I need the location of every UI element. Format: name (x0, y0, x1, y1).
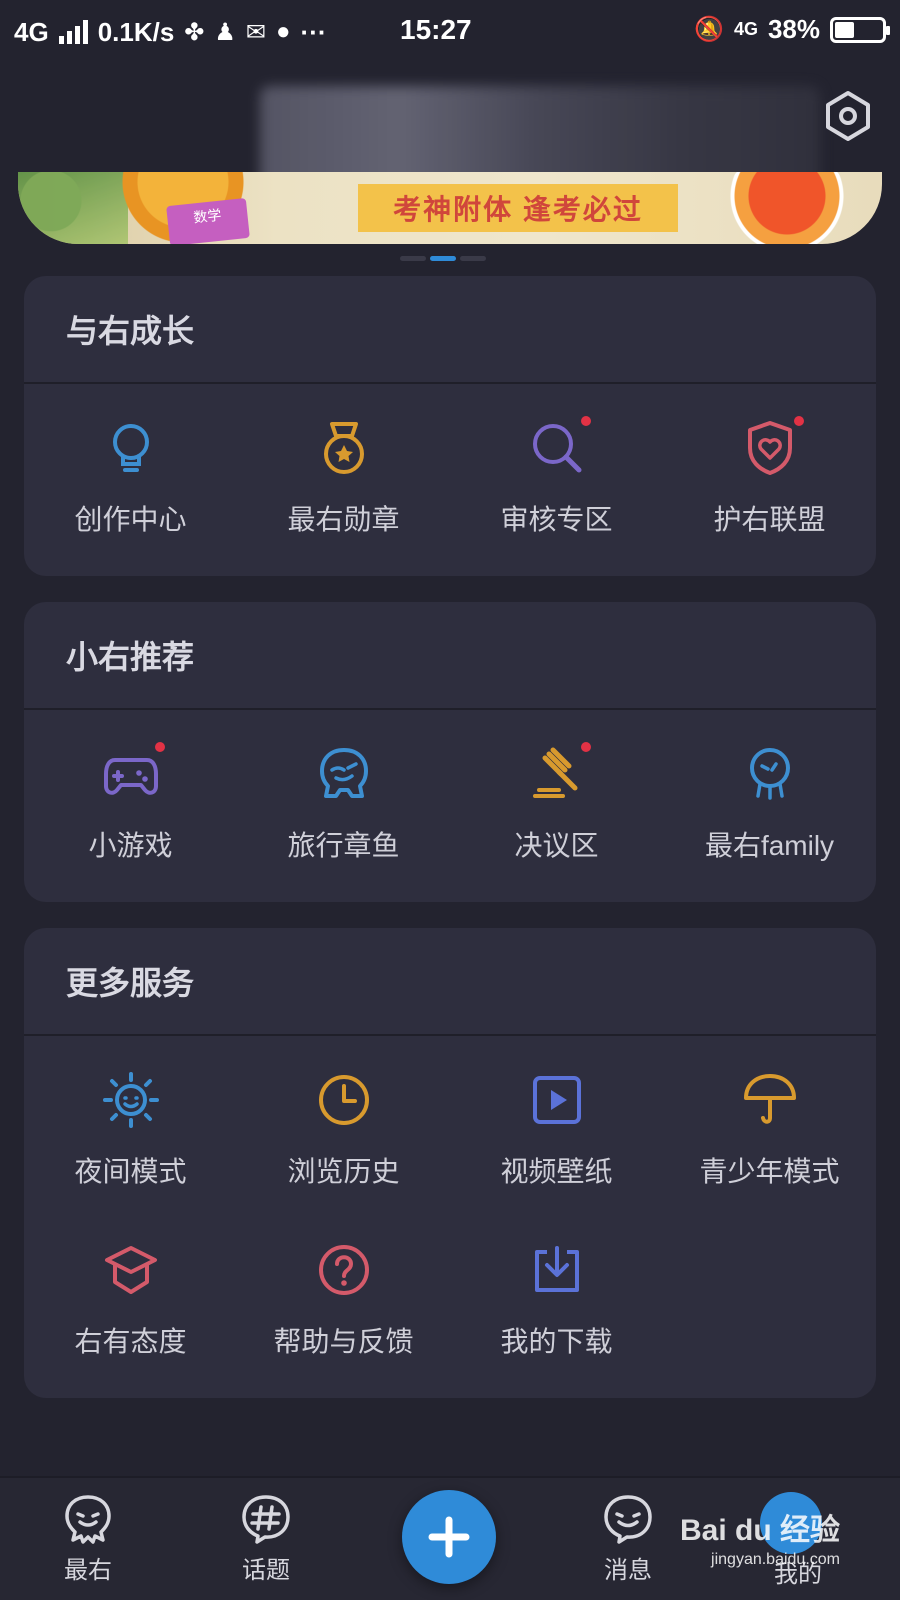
watermark-url: jingyan.baidu.com (711, 1551, 840, 1568)
section-growth: 与右成长 创作中心 最右勋章 审核专区 护右联盟 (24, 276, 876, 576)
menu-item-label: 青少年模式 (699, 1156, 840, 1187)
pager-dot (400, 256, 426, 261)
nav-messages[interactable]: 消息 (568, 1492, 688, 1585)
menu-item-label: 帮助与反馈 (273, 1326, 414, 1357)
menu-item-label: 视频壁纸 (500, 1156, 613, 1187)
menu-item-graduation-cap[interactable]: 右有态度 (24, 1234, 237, 1404)
menu-item-label: 最右勋章 (287, 504, 400, 535)
clock: 15:27 (400, 14, 472, 45)
menu-item-label: 旅行章鱼 (287, 830, 400, 861)
menu-item-label: 浏览历史 (287, 1156, 400, 1187)
mail-icon: ✉ (245, 18, 267, 46)
help-icon (314, 1240, 374, 1300)
banner-slogan: 考神附体 逢考必过 (358, 184, 678, 232)
post-button[interactable] (402, 1490, 496, 1584)
notification-dot (152, 740, 167, 754)
menu-item-clock[interactable]: 浏览历史 (237, 1064, 450, 1234)
ring-illustration (722, 172, 852, 244)
menu-item-umbrella[interactable]: 青少年模式 (663, 1064, 876, 1234)
book-illustration: 数学 (166, 197, 250, 244)
video-icon (527, 1070, 587, 1130)
message-smiley-icon (604, 1495, 652, 1544)
notification-dot (578, 414, 593, 428)
plus-icon (428, 1516, 470, 1558)
menu-item-gamepad[interactable]: 小游戏 (24, 738, 237, 908)
hashtag-bubble-icon (242, 1495, 290, 1544)
section-more-services: 更多服务 夜间模式 浏览历史 视频壁纸 青少年模式右有态度 帮助与反馈 我的下载 (24, 928, 876, 1398)
menu-item-medal[interactable]: 最右勋章 (237, 412, 450, 582)
qq-icon: ♟ (214, 18, 236, 46)
octopus-icon (314, 744, 374, 804)
menu-item-help[interactable]: 帮助与反馈 (237, 1234, 450, 1404)
hexagon-settings-icon (826, 91, 870, 141)
smiley-octopus-icon (65, 1495, 111, 1544)
menu-item-label: 我的下载 (500, 1326, 613, 1357)
more-notifications: ··· (300, 16, 327, 47)
family-icon (740, 744, 800, 804)
network-speed: 0.1K/s (97, 16, 175, 47)
umbrella-icon (740, 1070, 800, 1130)
battery-percent: 38% (767, 14, 820, 44)
signal-icon (58, 20, 88, 44)
menu-item-label: 夜间模式 (74, 1156, 187, 1187)
menu-item-download[interactable]: 我的下载 (450, 1234, 663, 1404)
status-bar: 4G 0.1K/s ✤ ♟ ✉ ● ··· 15:27 🔕 4G 38% (0, 0, 900, 64)
search-icon (527, 414, 593, 478)
menu-item-label: 决议区 (514, 830, 599, 861)
menu-item-gavel[interactable]: 决议区 (450, 738, 663, 908)
menu-item-label: 创作中心 (74, 504, 187, 535)
gavel-icon (527, 740, 593, 804)
nav-topics-label: 话题 (242, 1557, 290, 1584)
section-recommend: 小右推荐 小游戏 旅行章鱼 决议区 最右family (24, 602, 876, 902)
fan-icon: ✤ (184, 18, 205, 46)
menu-item-label: 最右family (704, 830, 835, 861)
section-title: 与右成长 (24, 276, 876, 384)
menu-item-video[interactable]: 视频壁纸 (450, 1064, 663, 1234)
menu-item-label: 小游戏 (88, 830, 173, 861)
menu-item-shield-heart[interactable]: 护右联盟 (663, 412, 876, 582)
notification-dot (791, 414, 806, 428)
medal-icon (314, 418, 374, 478)
download-icon (527, 1240, 587, 1300)
graduation-cap-icon (101, 1240, 161, 1300)
book-label: 数学 (192, 206, 223, 226)
nav-topics[interactable]: 话题 (206, 1492, 326, 1585)
menu-item-lightbulb[interactable]: 创作中心 (24, 412, 237, 582)
battery-icon (830, 16, 890, 43)
pager-dot (460, 256, 486, 261)
menu-item-search[interactable]: 审核专区 (450, 412, 663, 582)
pager-dot-active (430, 256, 456, 261)
network-type: 4G (14, 16, 49, 47)
menu-item-family[interactable]: 最右family (663, 738, 876, 908)
mute-bell-icon: 🔕 (694, 16, 724, 43)
nav-messages-label: 消息 (604, 1557, 652, 1584)
network-type-right: 4G (733, 19, 758, 39)
clock-icon (314, 1070, 374, 1130)
shield-heart-icon (740, 414, 806, 478)
nav-home[interactable]: 最右 (28, 1492, 148, 1585)
menu-item-label: 右有态度 (74, 1326, 187, 1357)
settings-button[interactable] (820, 88, 876, 144)
section-title: 小右推荐 (24, 602, 876, 710)
menu-item-label: 审核专区 (500, 504, 613, 535)
baidu-watermark: Bai du 经验 jingyan.baidu.com (680, 1516, 840, 1568)
banner-pager (400, 256, 486, 261)
menu-item-sun[interactable]: 夜间模式 (24, 1064, 237, 1234)
bottom-nav: 最右 话题 消息 我的 Bai du 经验 jingyan.baidu.com (0, 1476, 900, 1600)
planet-icon: ● (276, 18, 291, 45)
gamepad-icon (101, 740, 167, 804)
promo-banner[interactable]: 数学 考神附体 逢考必过 (18, 172, 882, 244)
section-title: 更多服务 (24, 928, 876, 1036)
notification-dot (578, 740, 593, 754)
watermark-brand: Bai du 经验 (679, 1514, 840, 1547)
nav-home-label: 最右 (64, 1557, 112, 1584)
lightbulb-icon (101, 418, 161, 478)
menu-item-octopus[interactable]: 旅行章鱼 (237, 738, 450, 908)
menu-item-label: 护右联盟 (713, 504, 826, 535)
sun-icon (101, 1070, 161, 1130)
